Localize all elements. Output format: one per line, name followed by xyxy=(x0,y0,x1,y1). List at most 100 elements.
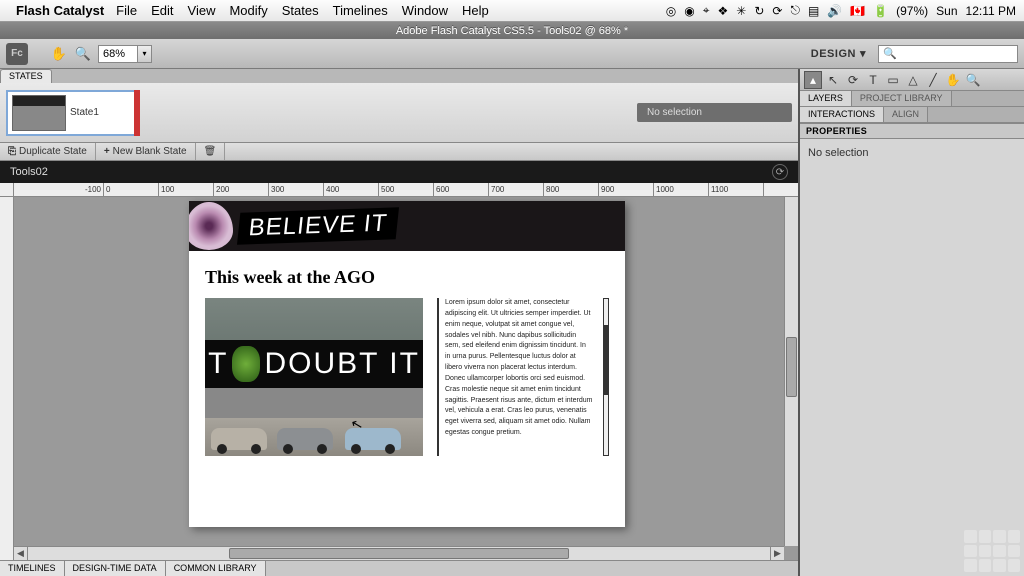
transform-tool-icon[interactable]: ⟳ xyxy=(844,71,862,89)
flag-icon[interactable]: 🇨🇦 xyxy=(850,4,865,18)
app-name[interactable]: Flash Catalyst xyxy=(16,3,104,18)
text-divider xyxy=(437,298,439,456)
ruler-tick: 1100 xyxy=(709,183,764,196)
zoom-tool-icon[interactable]: 🔍 xyxy=(74,45,92,63)
scroll-right-icon[interactable]: ▶ xyxy=(770,547,784,560)
battery-icon[interactable]: 🔋 xyxy=(873,4,888,18)
tab-common-library[interactable]: COMMON LIBRARY xyxy=(166,561,266,576)
canvas-viewport[interactable]: BELIEVE IT This week at the AGO TT DOUBT… xyxy=(14,197,798,560)
ruler-tick: 100 xyxy=(159,183,214,196)
line-tool-icon[interactable]: ╱ xyxy=(924,71,942,89)
status-icon[interactable]: ⌖ xyxy=(703,3,710,18)
car-graphic xyxy=(345,428,401,450)
new-blank-state-button[interactable]: +New Blank State xyxy=(96,143,196,160)
search-box[interactable]: 🔍 xyxy=(878,45,1018,63)
wifi-icon[interactable]: ▤ xyxy=(808,4,819,18)
selection-indicator: No selection xyxy=(637,103,792,122)
menu-modify[interactable]: Modify xyxy=(229,3,267,18)
ruler-tick: 0 xyxy=(104,183,159,196)
menu-help[interactable]: Help xyxy=(462,3,489,18)
grid-widget[interactable] xyxy=(964,530,1020,572)
eye-graphic xyxy=(189,202,233,250)
zoom-value[interactable] xyxy=(99,46,137,62)
tab-interactions[interactable]: INTERACTIONS xyxy=(800,107,884,122)
search-input[interactable] xyxy=(900,48,1013,60)
status-icon[interactable]: ◉ xyxy=(684,4,694,18)
status-icon[interactable]: ❖ xyxy=(717,4,728,18)
tab-design-time-data[interactable]: DESIGN-TIME DATA xyxy=(65,561,166,576)
status-icon[interactable]: ↻ xyxy=(754,4,764,18)
tab-align[interactable]: ALIGN xyxy=(884,107,928,122)
tab-project-library[interactable]: PROJECT LIBRARY xyxy=(852,91,952,106)
clock-day[interactable]: Sun xyxy=(936,4,957,18)
delete-state-button[interactable]: 🗑 xyxy=(196,143,226,160)
ruler-tick: 600 xyxy=(434,183,489,196)
scrollbar-thumb[interactable] xyxy=(786,337,797,397)
ruler-tick: 800 xyxy=(544,183,599,196)
menu-edit[interactable]: Edit xyxy=(151,3,173,18)
new-blank-state-label: New Blank State xyxy=(113,146,187,157)
scroll-left-icon[interactable]: ◀ xyxy=(14,547,28,560)
document-tab[interactable]: Tools02 xyxy=(10,166,48,178)
menu-states[interactable]: States xyxy=(282,3,319,18)
face-graphic xyxy=(232,346,260,382)
clock-time[interactable]: 12:11 PM xyxy=(966,4,1016,18)
zoom-dropdown-icon[interactable]: ▾ xyxy=(137,46,151,62)
document-tabbar: Tools02 ⟳ xyxy=(0,161,798,183)
status-icon[interactable]: ⎋ xyxy=(790,3,800,18)
car-graphic xyxy=(211,428,267,450)
hand-tool-icon[interactable]: ✋ xyxy=(944,71,962,89)
tab-layers[interactable]: LAYERS xyxy=(800,91,852,106)
artboard-image: TT DOUBT ITDOUBT IT ↖ xyxy=(205,298,423,456)
zoom-tool-icon[interactable]: 🔍 xyxy=(964,71,982,89)
plus-icon: + xyxy=(104,146,110,157)
zoom-level-input[interactable]: ▾ xyxy=(98,45,152,63)
states-strip: State1 No selection xyxy=(0,83,798,143)
canvas-horizontal-scrollbar[interactable]: ◀ ▶ xyxy=(14,546,784,560)
artboard-body-text: Lorem ipsum dolor sit amet, consectetur … xyxy=(445,298,597,456)
tab-timelines[interactable]: TIMELINES xyxy=(0,561,65,576)
menu-window[interactable]: Window xyxy=(402,3,448,18)
mac-menubar: Flash Catalyst File Edit View Modify Sta… xyxy=(0,0,1024,22)
window-title: Adobe Flash Catalyst CS5.5 - Tools02 @ 6… xyxy=(0,22,1024,39)
status-icon[interactable]: ✳ xyxy=(736,4,746,18)
volume-icon[interactable]: 🔊 xyxy=(827,4,842,18)
duplicate-state-button[interactable]: ⎘Duplicate State xyxy=(0,143,96,160)
menu-file[interactable]: File xyxy=(116,3,137,18)
ruler-tick: -100 xyxy=(14,183,104,196)
artboard-header: BELIEVE IT xyxy=(189,201,625,251)
trash-icon: 🗑 xyxy=(204,146,217,157)
right-panel: ▴ ↖ ⟳ T ▭ △ ╱ ✋ 🔍 LAYERS PROJECT LIBRARY… xyxy=(799,69,1024,576)
artboard-headline: This week at the AGO xyxy=(205,267,609,288)
fc-logo[interactable]: Fc xyxy=(6,43,28,65)
text-scrollbar[interactable] xyxy=(603,298,609,456)
selection-tool-icon[interactable]: ▴ xyxy=(804,71,822,89)
state-thumbnail[interactable]: State1 xyxy=(6,90,136,136)
states-tab[interactable]: STATES xyxy=(0,69,52,83)
menu-timelines[interactable]: Timelines xyxy=(333,3,388,18)
scrollbar-thumb[interactable] xyxy=(603,325,609,395)
canvas-vertical-scrollbar[interactable] xyxy=(784,197,798,546)
panel-tabs-2: INTERACTIONS ALIGN xyxy=(800,107,1024,123)
chevron-down-icon: ▾ xyxy=(860,47,866,60)
workspace-switcher[interactable]: DESIGN ▾ xyxy=(805,47,872,60)
ruler-tick: 200 xyxy=(214,183,269,196)
scrollbar-thumb[interactable] xyxy=(229,548,569,559)
app-toolbar: Fc ✋ 🔍 ▾ DESIGN ▾ 🔍 xyxy=(0,39,1024,69)
triangle-tool-icon[interactable]: △ xyxy=(904,71,922,89)
ruler-tick: 400 xyxy=(324,183,379,196)
ruler-tick: 1000 xyxy=(654,183,709,196)
rectangle-tool-icon[interactable]: ▭ xyxy=(884,71,902,89)
status-icon[interactable]: ⟳ xyxy=(772,4,782,18)
tools-row: ▴ ↖ ⟳ T ▭ △ ╱ ✋ 🔍 xyxy=(800,69,1024,91)
menu-view[interactable]: View xyxy=(188,3,216,18)
direct-select-tool-icon[interactable]: ↖ xyxy=(824,71,842,89)
refresh-icon[interactable]: ⟳ xyxy=(772,164,788,180)
artboard[interactable]: BELIEVE IT This week at the AGO TT DOUBT… xyxy=(189,201,625,527)
status-icon[interactable]: ◎ xyxy=(666,4,676,18)
bottom-panel-tabs: TIMELINES DESIGN-TIME DATA COMMON LIBRAR… xyxy=(0,560,798,576)
hand-tool-icon[interactable]: ✋ xyxy=(50,45,68,63)
search-icon: 🔍 xyxy=(883,47,897,60)
properties-header[interactable]: PROPERTIES xyxy=(800,123,1024,139)
text-tool-icon[interactable]: T xyxy=(864,71,882,89)
